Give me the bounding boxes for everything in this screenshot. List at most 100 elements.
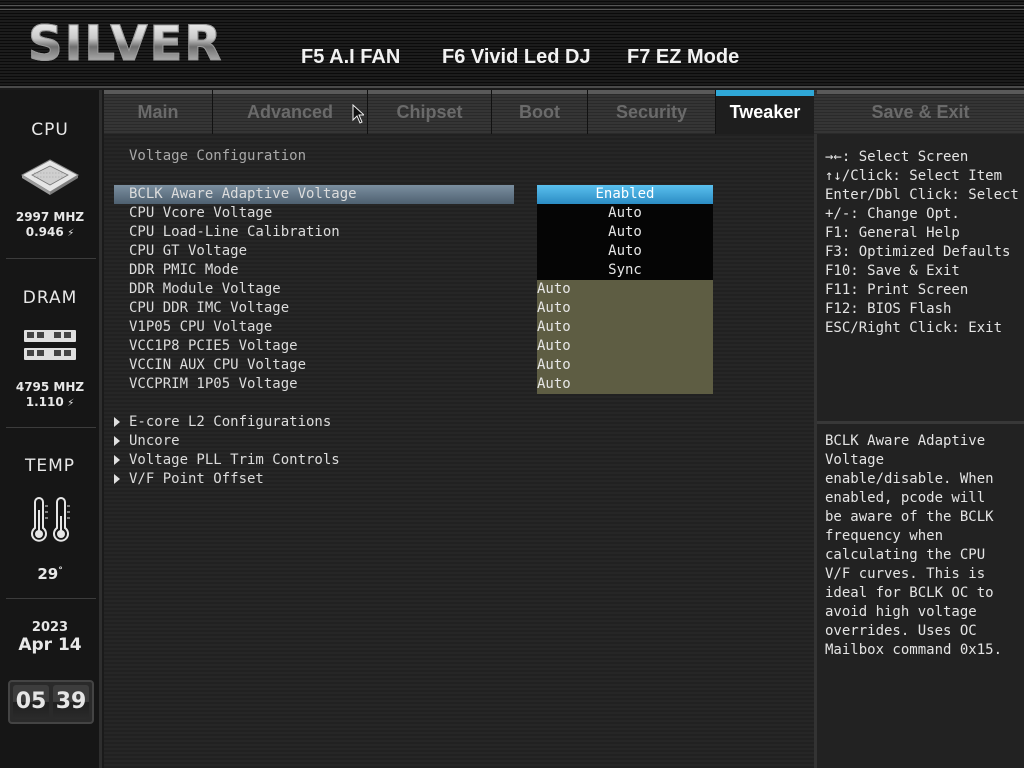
tab-tweaker[interactable]: Tweaker	[716, 90, 814, 134]
setting-label: CPU Load-Line Calibration	[129, 224, 340, 240]
setting-row-vccprim-1p05-voltage[interactable]: VCCPRIM 1P05 Voltage Auto	[114, 375, 812, 394]
cpu-frequency: 2997 MHZ	[15, 210, 85, 224]
tab-indicator	[588, 90, 715, 94]
setting-value[interactable]: Auto	[537, 204, 713, 223]
dram-voltage: 1.110	[25, 395, 64, 409]
cpu-voltage: 0.946	[25, 225, 64, 239]
tab-save-exit[interactable]: Save & Exit	[817, 90, 1024, 134]
tab-indicator	[492, 90, 587, 94]
setting-row-cpu-gt-voltage[interactable]: CPU GT Voltage Auto	[114, 242, 812, 261]
tab-security[interactable]: Security	[588, 90, 716, 134]
cpu-chip-icon	[20, 159, 80, 195]
sidebar-divider	[6, 598, 96, 599]
setting-row-ddr-module-voltage[interactable]: DDR Module Voltage Auto	[114, 280, 812, 299]
setting-value[interactable]: Enabled	[537, 185, 713, 204]
submenu-arrow-icon	[114, 436, 120, 446]
setting-value[interactable]: Auto	[537, 318, 713, 337]
setting-label: CPU DDR IMC Voltage	[129, 300, 290, 316]
setting-value[interactable]: Auto	[537, 280, 713, 299]
key-hint: →←: Select Screen	[825, 149, 969, 165]
key-hint: F10: Save & Exit	[825, 263, 960, 279]
submenu-uncore[interactable]: Uncore	[114, 432, 180, 451]
bolt-icon: ⚡	[63, 398, 75, 409]
tab-label: Main	[137, 102, 179, 122]
temp-title: TEMP	[24, 456, 76, 476]
setting-row-cpu-vcore-voltage[interactable]: CPU Vcore Voltage Auto	[114, 204, 812, 223]
top-header: SILVER F5 A.I FAN F6 Vivid Led DJ F7 EZ …	[0, 0, 1024, 88]
tab-indicator	[213, 90, 367, 94]
setting-value[interactable]: Sync	[537, 261, 713, 280]
clock-minutes: 39	[53, 685, 89, 719]
setting-row-vcc1p8-pcie5-voltage[interactable]: VCC1P8 PCIE5 Voltage Auto	[114, 337, 812, 356]
tab-indicator	[716, 90, 814, 96]
help-divider	[817, 421, 1024, 424]
dram-title: DRAM	[22, 288, 78, 308]
submenu-voltage-pll-trim-controls[interactable]: Voltage PLL Trim Controls	[114, 451, 340, 470]
key-hint: ESC/Right Click: Exit	[825, 320, 1003, 336]
tab-main[interactable]: Main	[104, 90, 213, 134]
setting-value[interactable]: Auto	[537, 223, 713, 242]
submenu-arrow-icon	[114, 417, 120, 427]
submenu-vf-point-offset[interactable]: V/F Point Offset	[114, 470, 264, 489]
setting-value[interactable]: Auto	[537, 242, 713, 261]
settings-panel: Voltage Configuration BCLK Aware Adaptiv…	[104, 134, 814, 768]
temperature-value: 29	[37, 565, 59, 583]
tab-boot[interactable]: Boot	[492, 90, 588, 134]
setting-row-cpu-ddr-imc-voltage[interactable]: CPU DDR IMC Voltage Auto	[114, 299, 812, 318]
setting-value[interactable]: Auto	[537, 337, 713, 356]
help-panel: →←: Select Screen ↑↓/Click: Select Item …	[814, 134, 1024, 768]
cpu-title: CPU	[31, 120, 69, 140]
mouse-pointer-icon	[352, 104, 364, 124]
tab-label: Boot	[519, 102, 560, 122]
thermometer-icon	[31, 497, 70, 542]
ai-fan-button[interactable]: F5 A.I FAN	[301, 44, 400, 70]
date-month-day: Apr 14	[18, 635, 82, 655]
sidebar-divider	[6, 427, 96, 428]
tab-label: Chipset	[396, 102, 463, 122]
tab-advanced[interactable]: Advanced	[213, 90, 368, 134]
sidebar-divider	[6, 258, 96, 259]
key-hint: ↑↓/Click: Select Item	[825, 168, 1003, 184]
setting-row-ddr-pmic-mode[interactable]: DDR PMIC Mode Sync	[114, 261, 812, 280]
setting-label: V1P05 CPU Voltage	[129, 319, 273, 335]
ez-mode-button[interactable]: F7 EZ Mode	[627, 44, 739, 70]
item-help-description: BCLK Aware Adaptive Voltage enable/disab…	[825, 433, 1003, 658]
setting-value[interactable]: Auto	[537, 299, 713, 318]
brand-logo: SILVER	[27, 16, 224, 73]
header-rule	[0, 9, 1024, 10]
setting-row-bclk-aware-adaptive-voltage[interactable]: BCLK Aware Adaptive Voltage Enabled	[114, 185, 812, 204]
key-hint: +/-: Change Opt.	[825, 206, 960, 222]
header-rule	[0, 5, 1024, 6]
setting-row-v1p05-cpu-voltage[interactable]: V1P05 CPU Voltage Auto	[114, 318, 812, 337]
setting-value[interactable]: Auto	[537, 375, 713, 394]
setting-label: BCLK Aware Adaptive Voltage	[129, 186, 357, 202]
degree-unit: °	[58, 566, 63, 576]
setting-label: CPU GT Voltage	[129, 243, 248, 259]
submenu-arrow-icon	[114, 455, 120, 465]
key-hint: F1: General Help	[825, 225, 960, 241]
dram-voltage-line: 1.110 ⚡	[0, 395, 100, 411]
key-hint: F12: BIOS Flash	[825, 301, 952, 317]
submenu-label: Voltage PLL Trim Controls	[129, 452, 340, 468]
tab-indicator	[104, 90, 212, 94]
vivid-led-dj-button[interactable]: F6 Vivid Led DJ	[442, 44, 591, 70]
clock-hours: 05	[13, 685, 49, 719]
submenu-e-core-l2-configurations[interactable]: E-core L2 Configurations	[114, 413, 331, 432]
tab-chipset[interactable]: Chipset	[368, 90, 492, 134]
setting-label: DDR Module Voltage	[129, 281, 281, 297]
setting-row-cpu-load-line-calibration[interactable]: CPU Load-Line Calibration Auto	[114, 223, 812, 242]
dram-frequency: 4795 MHZ	[15, 380, 85, 394]
submenu-label: E-core L2 Configurations	[129, 414, 332, 430]
tab-indicator	[368, 90, 491, 94]
setting-row-vccin-aux-cpu-voltage[interactable]: VCCIN AUX CPU Voltage Auto	[114, 356, 812, 375]
key-hint: F3: Optimized Defaults	[825, 244, 1011, 260]
date-year: 2023	[31, 620, 69, 635]
setting-value[interactable]: Auto	[537, 356, 713, 375]
submenu-label: Uncore	[129, 433, 180, 449]
tab-indicator	[817, 90, 1024, 94]
memory-module-icon	[24, 330, 76, 360]
digital-clock: 05 39	[8, 680, 94, 724]
bolt-icon: ⚡	[63, 228, 75, 239]
tab-bar: Main Advanced Chipset Boot Security Twea…	[104, 90, 1024, 134]
key-legend: →←: Select Screen ↑↓/Click: Select Item …	[825, 148, 1024, 338]
